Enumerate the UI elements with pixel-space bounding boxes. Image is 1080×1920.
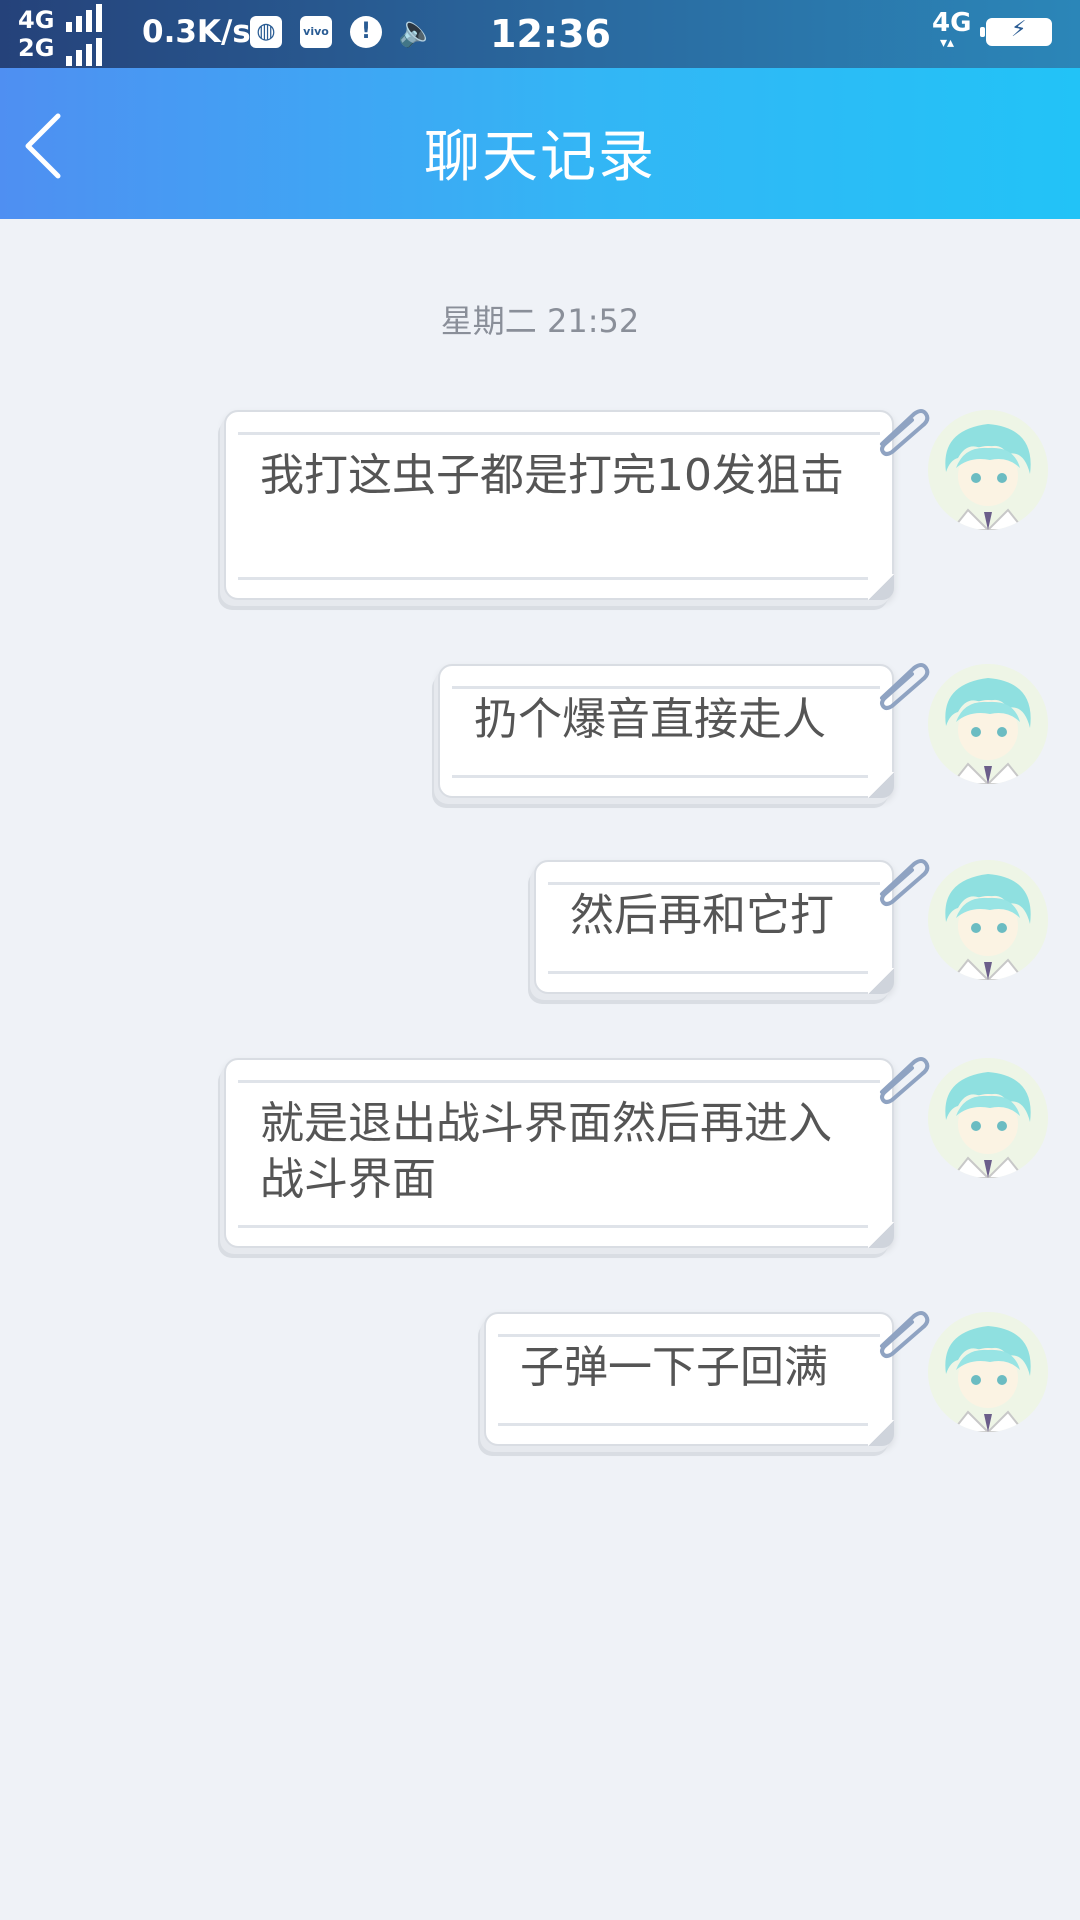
right-network-type: 4G ▾▴ xyxy=(932,8,972,51)
avatar[interactable] xyxy=(928,860,1048,980)
page-title: 聊天记录 xyxy=(424,125,656,190)
message-bubble[interactable]: 子弹一下子回满 xyxy=(484,1311,930,1446)
message-bubble[interactable]: 就是退出战斗界面然后再进入战斗界面 xyxy=(224,1057,930,1248)
network-type: 4G 2G xyxy=(18,6,55,62)
message-text: 就是退出战斗界面然后再进入战斗界面 xyxy=(260,1098,832,1205)
message-text: 然后再和它打 xyxy=(570,890,834,941)
avatar-image xyxy=(928,664,1048,784)
globe-icon: ◍ xyxy=(250,16,282,48)
battery-icon: ⚡ xyxy=(980,17,1052,46)
paperclip-icon xyxy=(880,1057,930,1104)
volume-icon: 🔈 xyxy=(398,14,436,49)
chat-timestamp: 星期二 21:52 xyxy=(440,302,640,340)
status-bar: 4G 2G 0.3K/s ◍ vivo ! 🔈 12:36 4G ▾▴ ⚡ xyxy=(0,0,1080,68)
avatar[interactable] xyxy=(928,1312,1048,1432)
avatar-image xyxy=(928,1058,1048,1178)
message-text: 我打这虫子都是打完10发狙击 xyxy=(260,450,844,501)
paperclip-icon xyxy=(880,859,930,906)
vivo-icon: vivo xyxy=(300,16,332,48)
clock: 12:36 xyxy=(490,12,611,56)
message-bubble[interactable]: 然后再和它打 xyxy=(534,859,930,994)
message-text: 子弹一下子回满 xyxy=(520,1342,828,1393)
paperclip-icon xyxy=(880,409,930,456)
signal-icon xyxy=(66,4,122,66)
network-speed: 0.3K/s xyxy=(142,14,251,50)
alert-icon: ! xyxy=(350,16,382,48)
avatar[interactable] xyxy=(928,1058,1048,1178)
avatar-image xyxy=(928,410,1048,530)
avatar[interactable] xyxy=(928,410,1048,530)
message-bubble[interactable]: 我打这虫子都是打完10发狙击 xyxy=(224,409,930,600)
paperclip-icon xyxy=(880,1311,930,1358)
message-text: 扔个爆音直接走人 xyxy=(474,694,826,745)
app-header: 聊天记录 xyxy=(0,68,1080,219)
avatar-image xyxy=(928,860,1048,980)
message-bubble[interactable]: 扔个爆音直接走人 xyxy=(438,663,930,798)
avatar-image xyxy=(928,1312,1048,1432)
avatar[interactable] xyxy=(928,664,1048,784)
paperclip-icon xyxy=(880,663,930,710)
